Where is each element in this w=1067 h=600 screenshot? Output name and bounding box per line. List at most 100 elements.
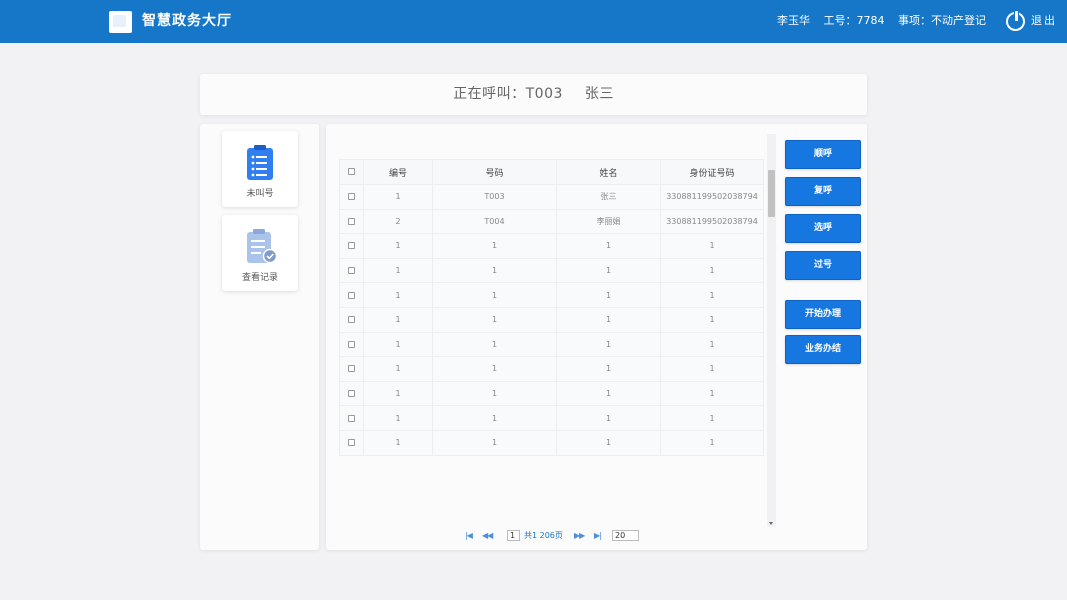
table-header-row: 编号 号码 姓名 身份证号码 [339, 159, 764, 185]
row-id-card: 1 [660, 380, 764, 407]
table-row[interactable]: 1111 [339, 233, 764, 259]
row-number: 1 [432, 282, 557, 308]
logout-button[interactable]: 退出 [1031, 14, 1057, 28]
top-header: 智慧政务大厅 李玉华 工号：7784 事项：不动产登记 退出 [0, 0, 1067, 43]
row-id-card: 1 [660, 429, 764, 456]
row-serial: 1 [363, 257, 433, 284]
row-checkbox[interactable] [339, 405, 364, 431]
calling-banner: 正在呼叫：T003 张三 [200, 74, 867, 115]
row-name: 李丽娟 [556, 208, 661, 235]
row-checkbox[interactable] [339, 429, 364, 456]
row-serial: 1 [363, 356, 433, 382]
user-info: 李玉华 工号：7784 事项：不动产登记 [767, 14, 986, 28]
row-serial: 1 [363, 306, 433, 333]
nav-uncalled-label: 未叫号 [246, 189, 274, 199]
first-page-icon[interactable]: |◀ [465, 530, 473, 542]
current-matter: 事项：不动产登记 [898, 14, 986, 27]
row-name: 张三 [556, 184, 661, 210]
row-name: 1 [556, 233, 661, 259]
row-serial: 1 [363, 429, 433, 456]
select-all-checkbox[interactable] [339, 159, 364, 185]
skip-number-button[interactable]: 过号 [785, 251, 861, 280]
table-scrollbar[interactable] [767, 134, 776, 527]
row-number: 1 [432, 306, 557, 333]
start-processing-button[interactable]: 开始办理 [785, 300, 861, 329]
power-icon[interactable] [1006, 11, 1025, 31]
row-checkbox[interactable] [339, 184, 364, 210]
employee-number: 工号：7784 [823, 14, 885, 27]
row-id-card: 1 [660, 306, 764, 333]
select-call-button[interactable]: 选呼 [785, 214, 861, 243]
row-number: 1 [432, 233, 557, 259]
row-number: T004 [432, 208, 557, 235]
row-checkbox[interactable] [339, 306, 364, 333]
table-row[interactable]: 1111 [339, 356, 764, 382]
finish-business-button[interactable]: 业务办结 [785, 335, 861, 364]
row-checkbox[interactable] [339, 282, 364, 308]
app-title: 智慧政务大厅 [142, 13, 232, 29]
row-number: 1 [432, 405, 557, 431]
table-row[interactable]: 1111 [339, 429, 764, 456]
row-name: 1 [556, 282, 661, 308]
row-id-card: 1 [660, 233, 764, 259]
table-row[interactable]: 1111 [339, 380, 764, 407]
row-id-card: 1 [660, 356, 764, 382]
row-id-card: 1 [660, 257, 764, 284]
table-row[interactable]: 1 T003 张三 330881199502038794 [339, 184, 764, 210]
row-serial: 1 [363, 282, 433, 308]
clipboard-list-icon [247, 145, 273, 180]
page-size-input[interactable]: 20 [612, 530, 639, 541]
row-number: T003 [432, 184, 557, 210]
row-number: 1 [432, 331, 557, 358]
row-checkbox[interactable] [339, 380, 364, 407]
nav-view-records[interactable]: 查看记录 [222, 215, 298, 291]
next-page-icon[interactable]: ▶▶ [574, 530, 585, 542]
table-row[interactable]: 1111 [339, 257, 764, 284]
row-checkbox[interactable] [339, 331, 364, 358]
nav-view-records-label: 查看记录 [241, 273, 278, 283]
prev-page-icon[interactable]: ◀◀ [482, 530, 493, 542]
row-name: 1 [556, 356, 661, 382]
calling-text: 正在呼叫：T003 张三 [200, 74, 867, 115]
table-row[interactable]: 1111 [339, 405, 764, 431]
table-row[interactable]: 2 T004 李丽娟 330881199502038794 [339, 208, 764, 235]
row-number: 1 [432, 257, 557, 284]
row-serial: 1 [363, 233, 433, 259]
row-name: 1 [556, 405, 661, 431]
row-id-card: 330881199502038794 [660, 184, 764, 210]
row-name: 1 [556, 331, 661, 358]
left-nav-panel: 未叫号 查看记录 [200, 124, 319, 550]
last-page-icon[interactable]: ▶| [594, 530, 602, 542]
row-serial: 1 [363, 184, 433, 210]
calling-number: 正在呼叫：T003 [453, 86, 563, 102]
row-number: 1 [432, 356, 557, 382]
row-name: 1 [556, 429, 661, 456]
user-name: 李玉华 [777, 14, 810, 27]
row-id-card: 330881199502038794 [660, 208, 764, 235]
sequential-call-button[interactable]: 顺呼 [785, 140, 861, 169]
row-serial: 2 [363, 208, 433, 235]
row-checkbox[interactable] [339, 208, 364, 235]
total-pages: 共1 206页 [524, 531, 563, 540]
queue-table: 编号 号码 姓名 身份证号码 1 T003 张三 330881199502038794… [339, 159, 764, 456]
scroll-down-arrow-icon[interactable] [769, 522, 773, 525]
row-checkbox[interactable] [339, 233, 364, 259]
row-id-card: 1 [660, 405, 764, 431]
row-id-card: 1 [660, 282, 764, 308]
page-number-input[interactable]: 1 [507, 530, 520, 541]
table-row[interactable]: 1111 [339, 282, 764, 308]
col-header-number: 号码 [432, 159, 557, 185]
row-number: 1 [432, 429, 557, 456]
row-serial: 1 [363, 331, 433, 358]
col-header-name: 姓名 [556, 159, 661, 185]
table-row[interactable]: 1111 [339, 331, 764, 358]
row-id-card: 1 [660, 331, 764, 358]
nav-uncalled[interactable]: 未叫号 [222, 131, 298, 207]
col-header-serial: 编号 [363, 159, 433, 185]
row-name: 1 [556, 380, 661, 407]
table-row[interactable]: 1111 [339, 306, 764, 333]
row-checkbox[interactable] [339, 257, 364, 284]
recall-button[interactable]: 复呼 [785, 177, 861, 206]
scrollbar-thumb[interactable] [768, 170, 775, 217]
row-checkbox[interactable] [339, 356, 364, 382]
